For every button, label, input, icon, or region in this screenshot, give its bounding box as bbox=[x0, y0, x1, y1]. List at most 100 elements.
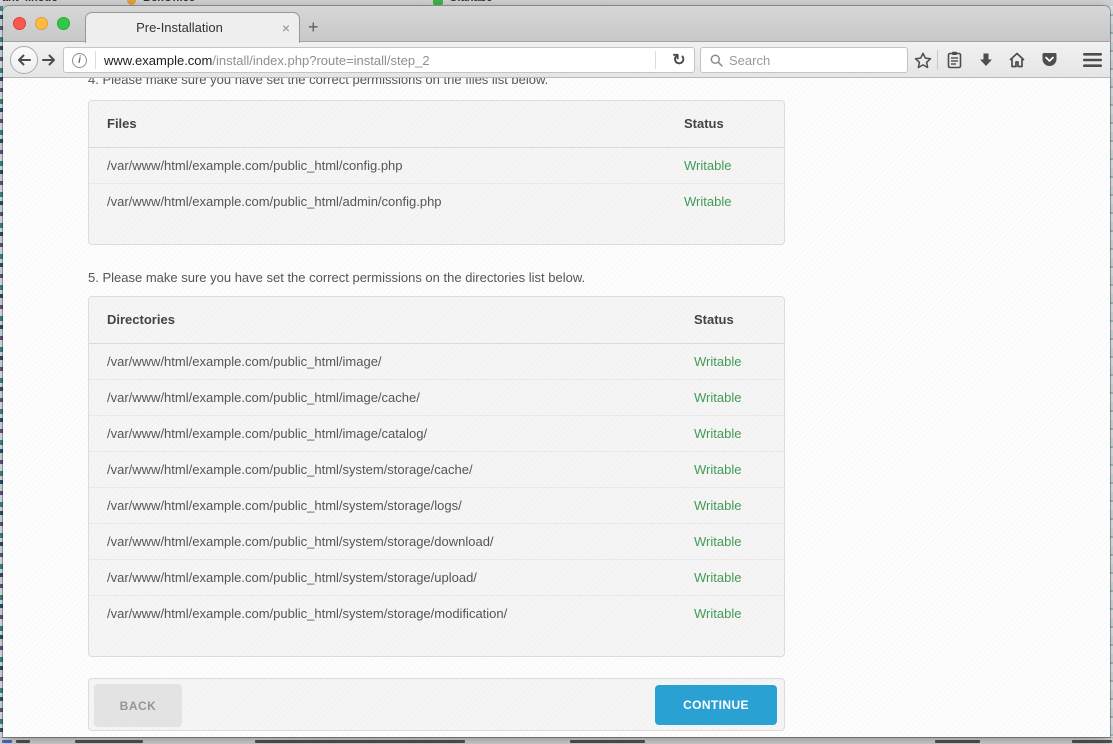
window-zoom-button[interactable] bbox=[57, 17, 70, 30]
divider bbox=[655, 51, 656, 69]
status-value: Writable bbox=[694, 559, 784, 595]
wizard-buttons-panel: BACK CONTINUE bbox=[88, 678, 785, 731]
background-tab-favicon bbox=[127, 0, 136, 5]
forward-arrow-icon bbox=[41, 53, 57, 67]
table-row: /var/www/html/example.com/public_html/sy… bbox=[89, 595, 784, 631]
background-tab-label: BoxOffice bbox=[143, 0, 195, 4]
directories-column-header: Directories bbox=[89, 297, 694, 343]
table-row: /var/www/html/example.com/public_html/sy… bbox=[89, 451, 784, 487]
status-value: Writable bbox=[694, 343, 784, 379]
status-value: Writable bbox=[694, 487, 784, 523]
directory-path: /var/www/html/example.com/public_html/sy… bbox=[89, 595, 694, 631]
forward-button[interactable] bbox=[41, 52, 59, 68]
page-viewport: 4. Please make sure you have set the cor… bbox=[3, 78, 1110, 737]
back-arrow-icon bbox=[16, 53, 32, 67]
status-value: Writable bbox=[694, 595, 784, 631]
reload-icon[interactable]: ↻ bbox=[664, 50, 694, 70]
directory-path: /var/www/html/example.com/public_html/sy… bbox=[89, 559, 694, 595]
url-bar[interactable]: i www.example.com/install/index.php?rout… bbox=[63, 47, 695, 73]
background-tab-label: Glanabe bbox=[449, 0, 492, 4]
directories-permissions-panel: Directories Status /var/www/html/example… bbox=[88, 296, 785, 657]
background-tab-favicon bbox=[433, 0, 443, 5]
downloads-button[interactable] bbox=[976, 51, 996, 69]
directory-path: /var/www/html/example.com/public_html/im… bbox=[89, 415, 694, 451]
table-header-row: Files Status bbox=[89, 101, 784, 147]
background-tab-close-icon: × bbox=[601, 0, 607, 4]
directory-path: /var/www/html/example.com/public_html/im… bbox=[89, 379, 694, 415]
background-tab-close-icon: × bbox=[100, 0, 106, 4]
window-minimize-button[interactable] bbox=[35, 17, 48, 30]
table-row: /var/www/html/example.com/public_html/co… bbox=[89, 147, 784, 183]
tab-bar: Pre-Installation × + bbox=[3, 6, 1110, 42]
pocket-button[interactable] bbox=[1039, 51, 1059, 69]
table-row: /var/www/html/example.com/public_html/sy… bbox=[89, 523, 784, 559]
search-icon bbox=[710, 54, 723, 67]
status-value: Writable bbox=[694, 415, 784, 451]
status-value: Writable bbox=[694, 451, 784, 487]
divider bbox=[95, 51, 96, 69]
background-tab-close-icon: × bbox=[418, 0, 424, 4]
site-info-icon[interactable]: i bbox=[72, 53, 87, 68]
status-value: Writable bbox=[684, 183, 784, 219]
files-permissions-panel: Files Status /var/www/html/example.com/p… bbox=[88, 100, 785, 245]
tab-pre-installation[interactable]: Pre-Installation × bbox=[85, 12, 300, 43]
clipboard-icon bbox=[947, 51, 962, 69]
status-value: Writable bbox=[694, 523, 784, 559]
pocket-icon bbox=[1041, 52, 1058, 68]
table-header-row: Directories Status bbox=[89, 297, 784, 343]
table-row: /var/www/html/example.com/public_html/sy… bbox=[89, 559, 784, 595]
url-text[interactable]: www.example.com/install/index.php?route=… bbox=[104, 53, 647, 68]
browser-window: Pre-Installation × + i www.example.com/i… bbox=[3, 6, 1110, 737]
background-artifact bbox=[255, 740, 465, 743]
bookmark-star-button[interactable] bbox=[913, 51, 933, 69]
star-icon bbox=[914, 52, 932, 69]
status-column-header: Status bbox=[694, 297, 784, 343]
directory-path: /var/www/html/example.com/public_html/sy… bbox=[89, 523, 694, 559]
step-5-instruction: 5. Please make sure you have set the cor… bbox=[88, 270, 785, 286]
table-row: /var/www/html/example.com/public_html/ad… bbox=[89, 183, 784, 219]
home-icon bbox=[1008, 52, 1026, 68]
status-column-header: Status bbox=[684, 101, 784, 147]
navigation-toolbar: i www.example.com/install/index.php?rout… bbox=[3, 42, 1110, 78]
installer-page: 4. Please make sure you have set the cor… bbox=[88, 78, 785, 731]
tab-title: Pre-Installation bbox=[86, 13, 273, 43]
directory-path: /var/www/html/example.com/public_html/im… bbox=[89, 343, 694, 379]
background-artifact bbox=[2, 740, 12, 743]
directory-path: /var/www/html/example.com/public_html/sy… bbox=[89, 487, 694, 523]
tab-close-icon[interactable]: × bbox=[282, 20, 290, 36]
background-window-bottom-strip bbox=[0, 737, 1113, 744]
background-tab-label: ant=linodo bbox=[2, 0, 58, 4]
background-artifact bbox=[75, 740, 143, 743]
continue-button[interactable]: CONTINUE bbox=[655, 685, 777, 725]
step-4-instruction: 4. Please make sure you have set the cor… bbox=[88, 78, 785, 88]
search-input[interactable] bbox=[729, 53, 879, 68]
bookmarks-menu-button[interactable] bbox=[944, 51, 964, 69]
status-value: Writable bbox=[694, 379, 784, 415]
table-row: /var/www/html/example.com/public_html/im… bbox=[89, 343, 784, 379]
search-bar[interactable] bbox=[700, 47, 908, 73]
new-tab-button[interactable]: + bbox=[308, 14, 319, 40]
divider bbox=[937, 50, 938, 70]
home-button[interactable] bbox=[1007, 51, 1027, 69]
background-artifact bbox=[1072, 740, 1112, 743]
hamburger-icon bbox=[1083, 53, 1102, 67]
url-path: /install/index.php?route=install/step_2 bbox=[212, 53, 429, 68]
desktop-screenshot: ant=linodo × BoxOffice × Glanabe × Pre-I… bbox=[0, 0, 1113, 744]
table-row: /var/www/html/example.com/public_html/sy… bbox=[89, 487, 784, 523]
status-value: Writable bbox=[684, 147, 784, 183]
files-table: Files Status /var/www/html/example.com/p… bbox=[89, 101, 784, 219]
back-step-button[interactable]: BACK bbox=[94, 684, 182, 727]
menu-button[interactable] bbox=[1080, 51, 1104, 69]
directories-table: Directories Status /var/www/html/example… bbox=[89, 297, 784, 631]
window-close-button[interactable] bbox=[13, 17, 26, 30]
file-path: /var/www/html/example.com/public_html/co… bbox=[89, 147, 684, 183]
background-artifact bbox=[16, 740, 30, 743]
table-row: /var/www/html/example.com/public_html/im… bbox=[89, 379, 784, 415]
background-artifact bbox=[935, 740, 980, 743]
directory-path: /var/www/html/example.com/public_html/sy… bbox=[89, 451, 694, 487]
url-domain: www.example.com bbox=[104, 53, 212, 68]
download-arrow-icon bbox=[978, 52, 994, 68]
back-button[interactable] bbox=[10, 46, 38, 74]
files-column-header: Files bbox=[89, 101, 684, 147]
file-path: /var/www/html/example.com/public_html/ad… bbox=[89, 183, 684, 219]
